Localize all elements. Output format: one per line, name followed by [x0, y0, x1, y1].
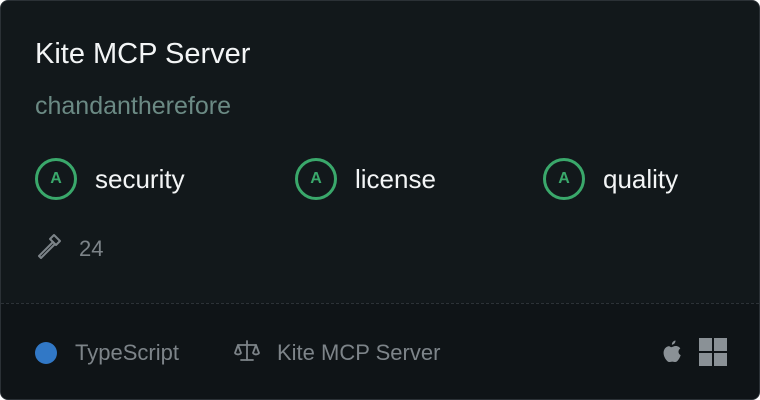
language-name: TypeScript — [75, 340, 179, 365]
license-info: Kite MCP Server — [233, 338, 440, 368]
security-label: security — [95, 163, 185, 194]
scale-icon — [233, 337, 261, 370]
quality-label: quality — [603, 163, 679, 194]
server-card[interactable]: Kite MCP Server chandantherefore A secur… — [0, 0, 760, 400]
quality-score: A quality — [543, 155, 678, 203]
hammer-icon — [35, 233, 63, 266]
server-title[interactable]: Kite MCP Server — [35, 36, 250, 72]
license-score: A license — [295, 155, 436, 203]
license-grade-badge: A — [295, 158, 337, 200]
tools-count-row: 24 — [35, 233, 103, 265]
tools-count: 24 — [79, 236, 104, 261]
quality-grade-badge: A — [543, 158, 585, 200]
card-footer: TypeScript Kite MCP Server — [1, 303, 759, 399]
license-name: Kite MCP Server — [277, 340, 441, 365]
license-label: license — [355, 163, 436, 194]
language-color-dot — [35, 342, 57, 364]
security-grade-badge: A — [35, 158, 77, 200]
security-score: A security — [35, 155, 185, 203]
language-info: TypeScript — [35, 338, 179, 368]
platform-list — [659, 336, 727, 368]
author-name[interactable]: chandantherefore — [35, 90, 231, 122]
apple-icon — [659, 338, 683, 366]
windows-icon — [699, 338, 727, 366]
